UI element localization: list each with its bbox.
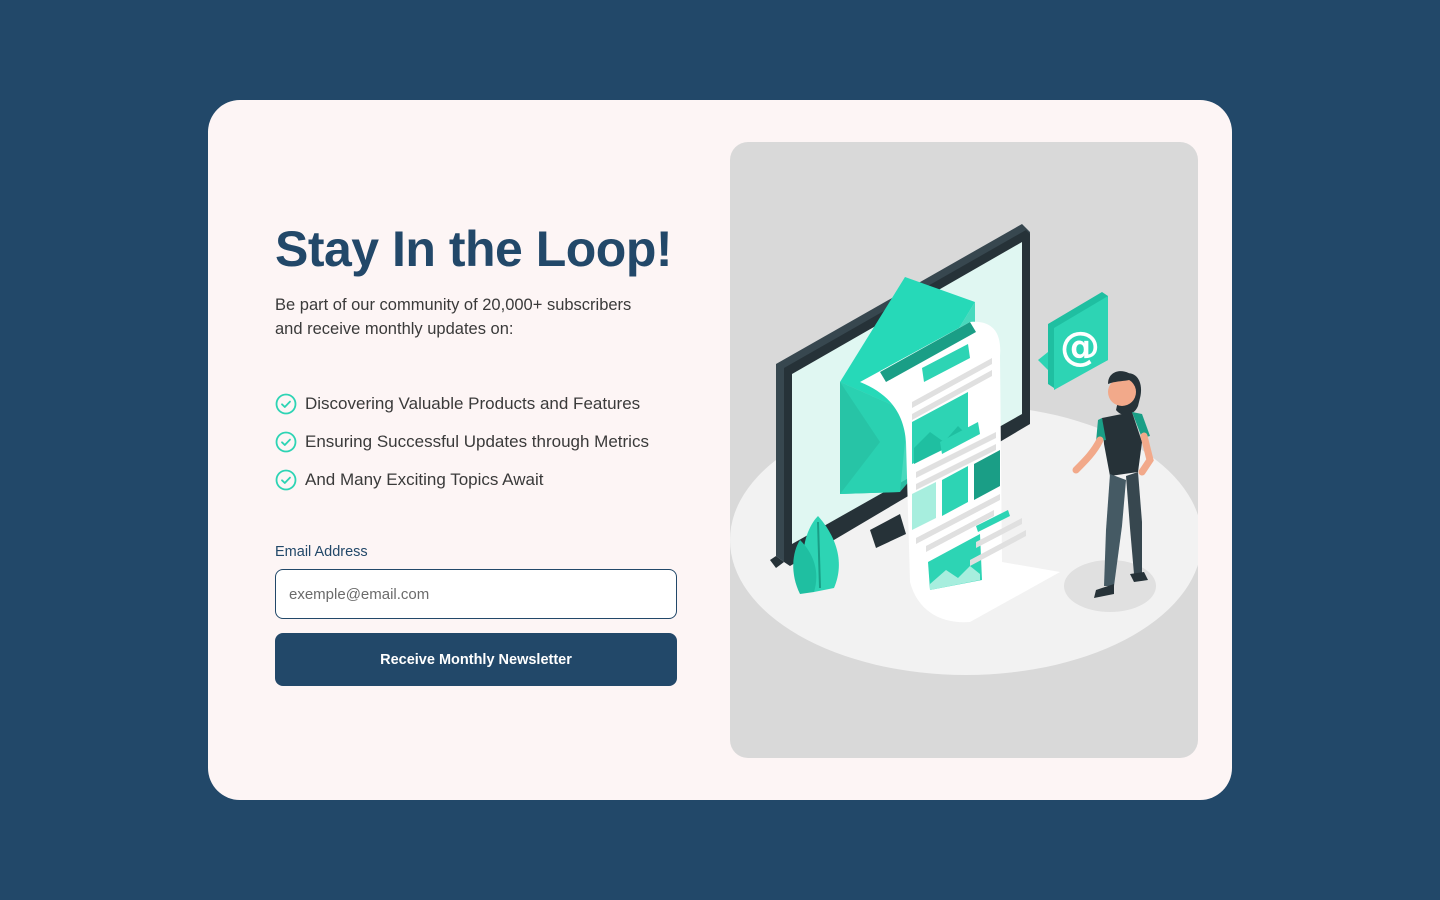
feature-label: And Many Exciting Topics Await <box>305 470 544 489</box>
feature-item: And Many Exciting Topics Await <box>275 467 649 493</box>
newsletter-illustration: @ <box>730 142 1198 758</box>
svg-text:@: @ <box>1060 324 1100 370</box>
page-title: Stay In the Loop! <box>275 221 673 277</box>
feature-item: Discovering Valuable Products and Featur… <box>275 391 649 417</box>
check-circle-icon <box>275 469 297 491</box>
at-sign-icon: @ <box>1038 292 1108 390</box>
newsletter-card: Stay In the Loop! Be part of our communi… <box>208 100 1232 800</box>
email-field[interactable] <box>275 569 677 619</box>
check-circle-icon <box>275 393 297 415</box>
feature-list: Discovering Valuable Products and Featur… <box>275 391 649 505</box>
feature-item: Ensuring Successful Updates through Metr… <box>275 429 649 455</box>
illustration-svg: @ <box>730 224 1198 675</box>
feature-label: Ensuring Successful Updates through Metr… <box>305 432 649 451</box>
subscribe-button[interactable]: Receive Monthly Newsletter <box>275 633 677 686</box>
page-subtitle: Be part of our community of 20,000+ subs… <box>275 296 632 338</box>
feature-label: Discovering Valuable Products and Featur… <box>305 394 641 413</box>
check-circle-icon <box>275 431 297 453</box>
email-label: Email Address <box>275 544 368 560</box>
